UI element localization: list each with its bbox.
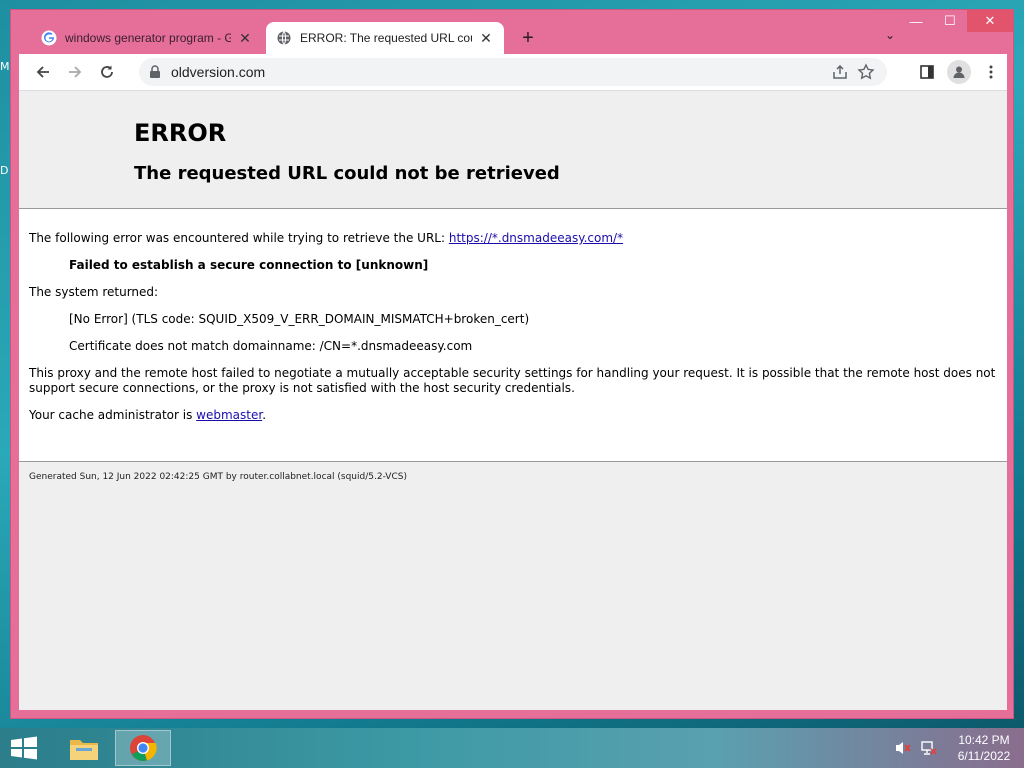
close-icon[interactable]: ✕: [237, 30, 253, 47]
admin-paragraph: Your cache administrator is webmaster.: [29, 408, 997, 423]
desktop-edge-label: M: [0, 60, 10, 73]
windows-logo-icon: [11, 736, 37, 760]
clock-date: 6/11/2022: [957, 749, 1011, 763]
taskbar-chrome[interactable]: [115, 730, 171, 766]
bookmark-star-icon[interactable]: [857, 63, 875, 81]
tab-error-page[interactable]: ERROR: The requested URL could ✕: [266, 22, 504, 54]
close-window-button[interactable]: ✕: [967, 10, 1013, 32]
tab-strip: windows generator program - Go ✕ ERROR: …: [11, 10, 1013, 54]
page-footer: Generated Sun, 12 Jun 2022 02:42:25 GMT …: [29, 472, 407, 482]
explanation-paragraph: This proxy and the remote host failed to…: [29, 366, 996, 395]
page-title: ERROR: [134, 119, 227, 147]
start-button[interactable]: [10, 736, 38, 760]
admin-prefix: Your cache administrator is: [29, 408, 197, 422]
page-subtitle: The requested URL could not be retrieved: [134, 163, 560, 184]
maximize-button[interactable]: ☐: [933, 10, 967, 32]
back-arrow-icon: [36, 66, 49, 78]
minimize-button[interactable]: —: [899, 10, 933, 32]
taskbar: 10:42 PM 6/11/2022: [0, 728, 1024, 768]
clock-time: 10:42 PM: [958, 733, 1010, 747]
lock-icon: [150, 65, 160, 78]
system-error: [No Error] (TLS code: SQUID_X509_V_ERR_D…: [69, 312, 530, 326]
window-controls: — ☐ ✕: [899, 10, 1013, 32]
reload-button[interactable]: [91, 58, 123, 86]
back-button[interactable]: [27, 58, 59, 86]
system-tray: 10:42 PM 6/11/2022: [892, 728, 1024, 768]
intro-paragraph: The following error was encountered whil…: [29, 231, 997, 246]
browser-toolbar: oldversion.com: [19, 54, 1007, 90]
kebab-menu-icon: [989, 65, 993, 79]
admin-suffix: .: [262, 408, 267, 422]
globe-icon: [276, 30, 292, 46]
forward-button[interactable]: [59, 58, 91, 86]
side-panel-button[interactable]: [911, 58, 943, 86]
avatar: [947, 60, 971, 84]
chrome-icon: [130, 735, 157, 761]
forward-arrow-icon: [69, 66, 82, 78]
google-icon: [41, 30, 57, 46]
reload-icon: [101, 65, 113, 78]
file-explorer-icon: [70, 740, 98, 760]
tab-search-button[interactable]: ⌄: [885, 28, 895, 42]
address-url[interactable]: oldversion.com: [171, 64, 265, 80]
tab-google-search[interactable]: windows generator program - Go ✕: [31, 22, 263, 54]
person-icon: [953, 66, 965, 78]
intro-text: The following error was encountered whil…: [29, 231, 446, 245]
taskbar-file-explorer[interactable]: [56, 730, 112, 766]
side-panel-icon: [920, 65, 934, 79]
network-icon[interactable]: [918, 738, 940, 758]
certificate-error: Certificate does not match domainname: /…: [69, 339, 473, 353]
close-icon[interactable]: ✕: [478, 30, 494, 47]
error-body: The following error was encountered whil…: [19, 209, 1007, 462]
profile-button[interactable]: [943, 58, 975, 86]
error-header: ERROR The requested URL could not be ret…: [19, 91, 1007, 209]
address-bar[interactable]: oldversion.com: [139, 58, 887, 86]
speaker-muted-icon[interactable]: [892, 738, 914, 758]
tab-title: ERROR: The requested URL could: [300, 31, 472, 45]
taskbar-clock[interactable]: 10:42 PM 6/11/2022: [944, 732, 1024, 764]
webmaster-link[interactable]: webmaster: [196, 408, 262, 422]
system-returned-label: The system returned:: [29, 285, 159, 299]
desktop-edge-label: D: [0, 164, 9, 177]
tab-title: windows generator program - Go: [65, 31, 231, 45]
menu-button[interactable]: [975, 58, 1007, 86]
requested-url-link[interactable]: https://*.dnsmadeeasy.com/*: [449, 231, 623, 245]
new-tab-button[interactable]: +: [516, 26, 540, 50]
share-icon[interactable]: [831, 63, 849, 81]
failure-message: Failed to establish a secure connection …: [69, 258, 429, 272]
page-viewport: ERROR The requested URL could not be ret…: [19, 90, 1007, 710]
browser-window: windows generator program - Go ✕ ERROR: …: [10, 9, 1014, 719]
